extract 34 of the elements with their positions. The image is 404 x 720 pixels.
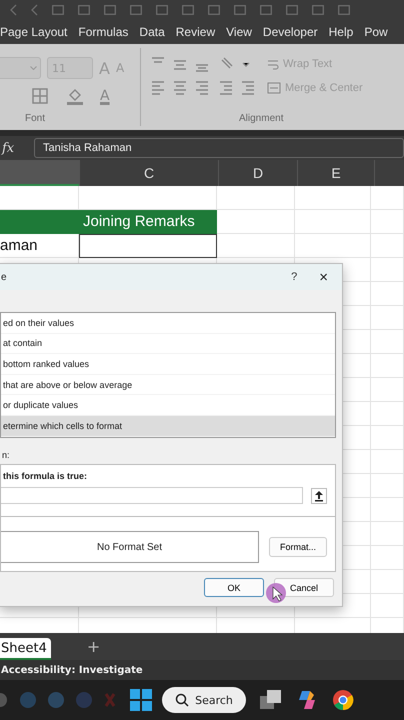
ribbon-tab[interactable]: Pow (364, 25, 388, 39)
function-button[interactable]: fx (2, 140, 28, 156)
ok-button[interactable]: OK (204, 578, 264, 597)
ribbon-tab[interactable]: Data (139, 25, 165, 39)
add-sheet-button[interactable]: + (86, 637, 100, 656)
dialog-title: e (1, 272, 8, 282)
format-button[interactable]: Format... (269, 537, 327, 557)
table-header-cell: Joining Remarks (79, 210, 217, 234)
ribbon-tab[interactable]: Developer (262, 25, 318, 39)
rule-type-item[interactable]: at contain (1, 334, 335, 354)
close-button[interactable]: × (319, 268, 328, 286)
rule-type-item[interactable]: etermine which cells to format (1, 416, 335, 437)
accessibility-status[interactable]: Accessibility: Investigate (0, 664, 143, 676)
column-header[interactable]: E (297, 160, 374, 186)
ribbon-tab[interactable]: View (226, 25, 252, 39)
column-header[interactable]: D (218, 160, 297, 186)
ribbon-tab[interactable]: Page Layout (0, 25, 68, 39)
formula-field[interactable]: Tanisha Rahaman (34, 138, 404, 158)
formula-label: this formula is true: (3, 471, 88, 481)
group-label: Alignment (239, 113, 284, 124)
rule-type-item[interactable]: that are above or below average (1, 374, 335, 396)
edit-label: n: (1, 450, 10, 460)
column-header[interactable]: C (79, 160, 218, 186)
taskbar-search[interactable]: Search (162, 687, 246, 713)
rule-type-item[interactable]: bottom ranked values (1, 354, 335, 375)
format-preview: No Format Set (1, 531, 259, 563)
ribbon-tab[interactable]: Formulas (78, 25, 128, 39)
sheet-tab[interactable]: Sheet4 (0, 638, 51, 660)
rule-type-item[interactable]: ed on their values (1, 313, 335, 334)
table-cell: aman (0, 234, 79, 258)
help-button[interactable]: ? (291, 271, 298, 283)
ribbon-tab[interactable]: Review (176, 25, 216, 39)
group-label: Font (25, 113, 46, 124)
ribbon-tab[interactable]: Help (328, 25, 354, 39)
